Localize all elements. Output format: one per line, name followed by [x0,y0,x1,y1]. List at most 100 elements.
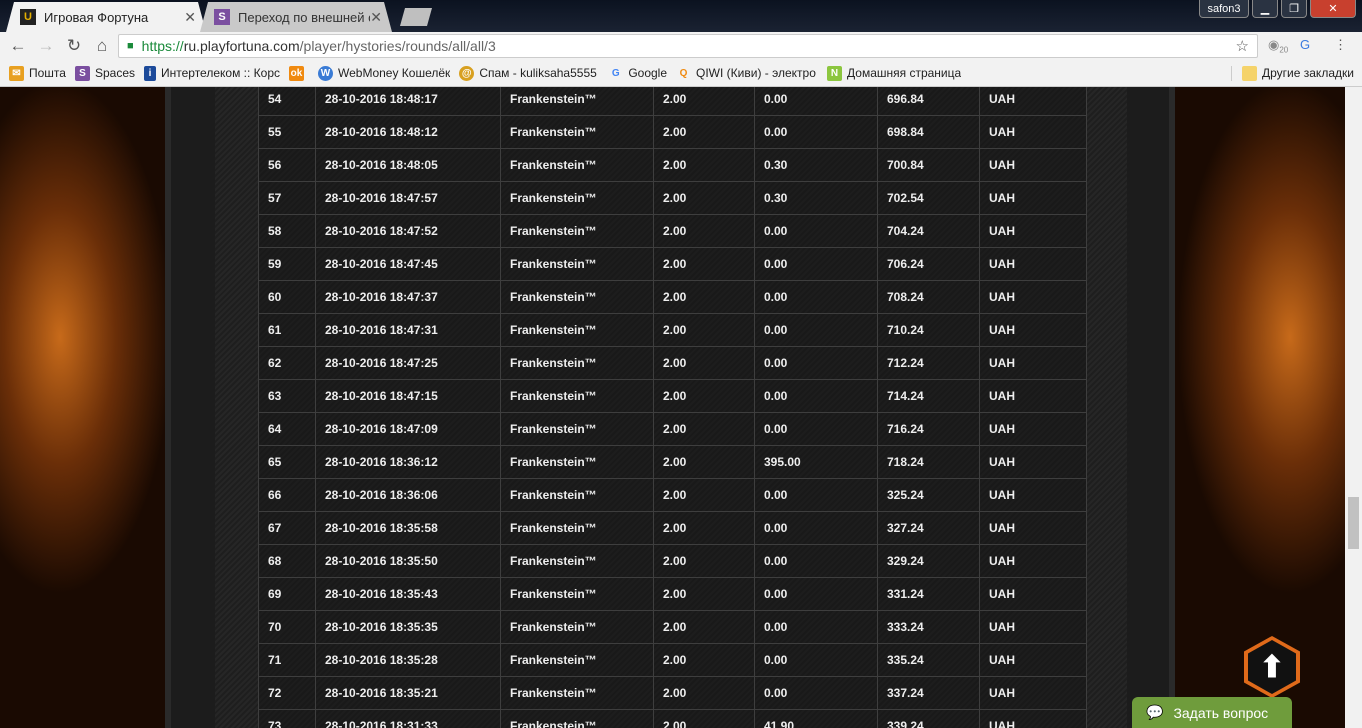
bookmark-odnoklassniki[interactable]: ok [289,65,309,81]
cell-win: 0.00 [754,280,878,314]
extension-globe-icon[interactable]: ◉20 [1268,37,1288,55]
cell-balance: 704.24 [877,214,980,248]
qiwi-icon: Q [679,67,688,79]
home-icon[interactable]: ⌂ [88,36,116,56]
google-icon: G [611,67,620,79]
reload-icon[interactable]: ↻ [60,36,88,56]
cell-balance: 700.84 [877,148,980,182]
cell-currency: UAH [979,511,1087,545]
bookmark-spaces[interactable]: S Spaces [74,65,135,81]
cell-bet: 2.00 [653,247,755,281]
cell-currency: UAH [979,643,1087,677]
cell-date-time: 28-10-2016 18:35:21 [315,676,501,710]
n-icon: N [827,65,843,81]
table-row: 57 28-10-2016 18:47:57 Frankenstein™ 2.00 0.… [258,181,1087,215]
cell-round-number: 71 [258,643,316,677]
table-row: 70 28-10-2016 18:35:35 Frankenstein™ 2.00 0.… [258,610,1087,644]
scrollbar-thumb[interactable] [1348,497,1359,549]
folder-icon [1242,65,1257,81]
minimize-button[interactable]: ▁ [1252,0,1278,18]
cell-win: 0.00 [754,379,878,413]
translate-icon[interactable]: G [1300,37,1310,52]
bookmark-label: QIWI (Киви) - электро [696,66,816,80]
back-icon[interactable]: ← [4,36,32,56]
table-row: 56 28-10-2016 18:48:05 Frankenstein™ 2.00 0.… [258,148,1087,182]
cell-game-name: Frankenstein™ [500,643,654,677]
table-row: 64 28-10-2016 18:47:09 Frankenstein™ 2.00 0.… [258,412,1087,446]
cell-bet: 2.00 [653,577,755,611]
horseshoe-icon: U [20,9,36,25]
cell-bet: 2.00 [653,379,755,413]
cell-currency: UAH [979,247,1087,281]
cell-date-time: 28-10-2016 18:35:28 [315,643,501,677]
cell-balance: 333.24 [877,610,980,644]
cell-win: 0.00 [754,478,878,512]
table-row: 54 28-10-2016 18:48:17 Frankenstein™ 2.00 0.… [258,87,1087,116]
cell-balance: 331.24 [877,577,980,611]
cell-date-time: 28-10-2016 18:35:35 [315,610,501,644]
cell-date-time: 28-10-2016 18:47:15 [315,379,501,413]
cell-currency: UAH [979,676,1087,710]
url-path: /player/hystories/rounds/all/all/3 [299,38,496,54]
other-bookmarks[interactable]: Другие закладки [1231,65,1354,81]
cell-game-name: Frankenstein™ [500,511,654,545]
cell-bet: 2.00 [653,544,755,578]
table-row: 71 28-10-2016 18:35:28 Frankenstein™ 2.00 0.… [258,643,1087,677]
table-row: 67 28-10-2016 18:35:58 Frankenstein™ 2.00 0.… [258,511,1087,545]
cell-date-time: 28-10-2016 18:47:09 [315,412,501,446]
cell-game-name: Frankenstein™ [500,181,654,215]
cell-round-number: 69 [258,577,316,611]
cell-win: 0.00 [754,346,878,380]
cell-bet: 2.00 [653,478,755,512]
bookmark-label: Другие закладки [1262,66,1354,80]
cell-win: 0.00 [754,544,878,578]
cell-balance: 712.24 [877,346,980,380]
cell-currency: UAH [979,610,1087,644]
close-tab-icon[interactable]: ✕ [370,9,382,26]
cell-win: 0.30 [754,148,878,182]
bookmark-spam[interactable]: @ Спам - kuliksaha5555 [459,65,599,81]
scrollbar[interactable] [1345,87,1362,728]
cell-bet: 2.00 [653,346,755,380]
spaces-icon: S [214,9,230,25]
cell-bet: 2.00 [653,610,755,644]
cell-round-number: 64 [258,412,316,446]
cell-currency: UAH [979,214,1087,248]
bookmark-webmoney[interactable]: W WebMoney Кошелёк [318,65,451,81]
new-tab-button[interactable] [400,8,432,26]
webmoney-icon: W [318,65,333,81]
cell-bet: 2.00 [653,676,755,710]
close-tab-icon[interactable]: ✕ [184,9,196,26]
ask-question-label: Задать вопрос [1173,704,1269,721]
cell-win: 0.00 [754,643,878,677]
tab-external-link[interactable]: S Переход по внешней сс ✕ [200,2,392,32]
bookmark-star-icon[interactable]: ☆ [1236,37,1249,55]
tab-igrovaya-fortuna[interactable]: U Игровая Фортуна ✕ [6,2,206,32]
bookmark-label: WebMoney Кошелёк [338,66,451,80]
address-bar[interactable]: ■ https://ru.playfortuna.com/player/hyst… [118,34,1258,58]
bookmark-poshta[interactable]: ✉ Пошта [9,65,66,81]
cell-currency: UAH [979,478,1087,512]
cell-round-number: 68 [258,544,316,578]
cell-win: 0.00 [754,87,878,116]
spaces-icon: S [74,65,90,81]
cell-date-time: 28-10-2016 18:47:45 [315,247,501,281]
bookmark-qiwi[interactable]: Q QIWI (Киви) - электро [676,66,818,81]
bookmark-google[interactable]: G Google [608,66,667,81]
bookmark-home-page[interactable]: N Домашняя страница [827,65,961,81]
cell-round-number: 54 [258,87,316,116]
cell-win: 0.00 [754,412,878,446]
forward-icon[interactable]: → [32,36,60,56]
restore-button[interactable]: ❐ [1281,0,1307,18]
bookmark-intertelecom[interactable]: i Интертелеком :: Корс [144,65,280,81]
menu-icon[interactable]: ⋮ [1334,37,1347,53]
ask-question-button[interactable]: 💬 Задать вопрос [1132,697,1292,728]
cell-balance: 710.24 [877,313,980,347]
profile-button[interactable]: safon3 [1199,0,1249,18]
close-window-button[interactable]: ✕ [1310,0,1356,18]
cell-date-time: 28-10-2016 18:48:05 [315,148,501,182]
cell-win: 0.30 [754,181,878,215]
table-row: 66 28-10-2016 18:36:06 Frankenstein™ 2.00 0.… [258,478,1087,512]
chat-bubble-icon: 💬 [1146,704,1164,720]
cell-round-number: 65 [258,445,316,479]
